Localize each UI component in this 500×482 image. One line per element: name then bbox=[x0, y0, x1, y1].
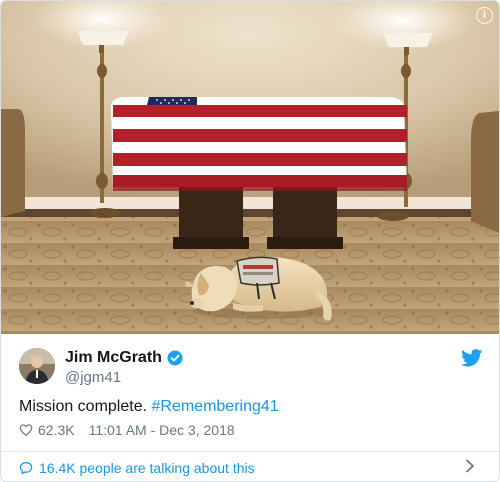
tweet-text-plain: Mission complete. bbox=[19, 398, 148, 415]
photo-scene bbox=[1, 1, 499, 334]
speech-bubble-icon bbox=[19, 461, 33, 475]
chair-left bbox=[1, 109, 25, 217]
verified-badge-icon bbox=[167, 350, 183, 366]
heart-outline-icon[interactable] bbox=[19, 423, 33, 437]
avatar[interactable] bbox=[19, 348, 55, 384]
chair-right bbox=[471, 111, 499, 233]
flag-draped-casket bbox=[111, 97, 407, 191]
avatar-photo bbox=[19, 348, 55, 384]
like-count[interactable]: 62.3K bbox=[38, 422, 75, 438]
tweet-meta: 62.3K 11:01 AM - Dec 3, 2018 bbox=[19, 422, 235, 438]
tweet-timestamp[interactable]: 11:01 AM - Dec 3, 2018 bbox=[89, 422, 235, 438]
tweet-card[interactable]: i Jim McGrath @jgm41 Mission complete. #… bbox=[0, 0, 500, 482]
author-block: Jim McGrath @jgm41 bbox=[65, 349, 183, 386]
tweet-footer[interactable]: 16.4K people are talking about this bbox=[1, 451, 499, 481]
hashtag-link[interactable]: #Remembering41 bbox=[152, 398, 279, 415]
conversation-count-label: 16.4K people are talking about this bbox=[39, 460, 255, 476]
conversation-link[interactable]: 16.4K people are talking about this bbox=[19, 460, 255, 476]
author-name-row: Jim McGrath bbox=[65, 349, 183, 367]
author-name[interactable]: Jim McGrath bbox=[65, 349, 162, 367]
author-handle[interactable]: @jgm41 bbox=[65, 369, 183, 386]
tweet-text: Mission complete. #Remembering41 bbox=[19, 398, 279, 416]
baseboard bbox=[1, 197, 499, 209]
twitter-bird-icon[interactable] bbox=[461, 349, 483, 367]
chevron-right-icon[interactable] bbox=[465, 459, 475, 473]
info-icon[interactable]: i bbox=[476, 7, 493, 24]
tweet-photo[interactable]: i bbox=[1, 1, 499, 334]
tweet-header: Jim McGrath @jgm41 bbox=[19, 345, 489, 389]
